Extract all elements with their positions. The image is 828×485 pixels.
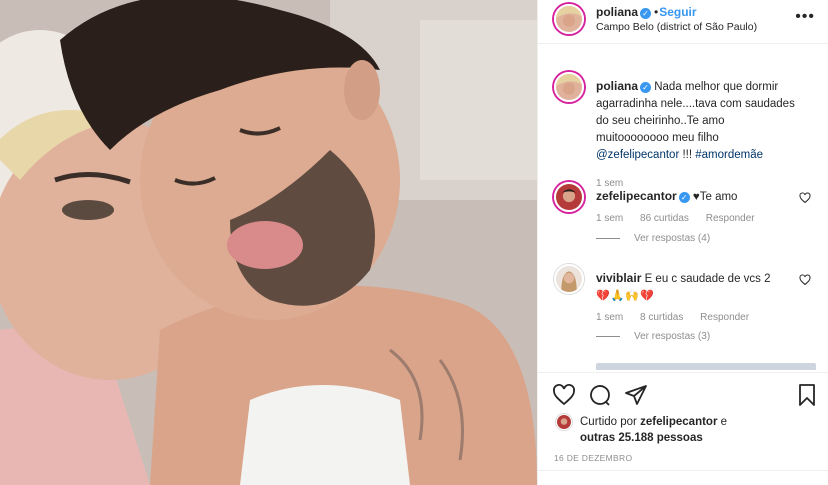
likes-text: Curtido por zefelipecantor e outras 25.1… — [580, 414, 820, 446]
caption-text: poliana ✓ Nada melhor que dormir agarradi… — [596, 78, 796, 164]
comment-username[interactable]: zefelipecantor — [596, 189, 677, 203]
comment-like-heart-icon[interactable] — [799, 192, 811, 204]
post-date[interactable]: 16 DE DEZEMBRO — [554, 453, 632, 463]
verified-badge-icon: ✓ — [640, 82, 652, 93]
view-replies-label[interactable]: Ver respostas (3) — [634, 331, 710, 342]
heart-icon[interactable] — [552, 383, 576, 407]
caption-suffix: !!! — [679, 149, 696, 161]
header-line: poliana ✓ •Seguir — [596, 5, 697, 19]
comments-list[interactable]: poliana ✓ Nada melhor que dormir agarradi… — [538, 58, 828, 370]
post-photo[interactable] — [0, 0, 537, 485]
comment-emojis: 💔🙏🙌💔 — [596, 290, 655, 302]
likes-user[interactable]: zefelipecantor — [640, 416, 717, 428]
action-bar — [538, 372, 828, 412]
caption-mention[interactable]: @zefelipecantor — [596, 149, 679, 161]
view-replies-label[interactable]: Ver respostas (4) — [634, 233, 710, 244]
share-icon[interactable] — [624, 383, 648, 407]
post-side-panel: poliana ✓ •Seguir Campo Belo (district of … — [537, 0, 828, 485]
liker-avatar[interactable] — [556, 414, 572, 430]
comment-avatar[interactable] — [554, 264, 584, 294]
comment-likes[interactable]: 86 curtidas — [640, 213, 689, 224]
caption-hashtag[interactable]: #amordemãe — [695, 149, 763, 161]
replies-divider — [596, 237, 620, 239]
comment-text: zefelipecantor ✓ ♥Te amo — [596, 188, 796, 206]
divider — [538, 470, 828, 471]
likes-count[interactable]: outras 25.188 pessoas — [580, 432, 703, 444]
truncated-comment-placeholder — [596, 363, 816, 370]
comment-body: E eu c saudade de vcs 2 — [644, 273, 771, 285]
comment-time[interactable]: 1 sem — [596, 213, 623, 224]
comment-reply-button[interactable]: Responder — [700, 312, 749, 323]
caption-username[interactable]: poliana — [596, 79, 638, 93]
comment-meta: 1 sem 8 curtidas Responder — [596, 312, 763, 323]
author-avatar[interactable] — [554, 4, 584, 34]
verified-badge-icon: ✓ — [640, 8, 652, 19]
separator-dot: • — [654, 5, 659, 19]
verified-badge-icon: ✓ — [678, 192, 690, 203]
view-replies[interactable]: Ver respostas (3) — [596, 331, 710, 342]
comment-meta: 1 sem 86 curtidas Responder — [596, 213, 769, 224]
author-username[interactable]: poliana — [596, 5, 638, 19]
comment-text: viviblair E eu c saudade de vcs 2 💔🙏🙌💔 — [596, 270, 796, 305]
comment-body: ♥Te amo — [692, 191, 738, 203]
comment-username[interactable]: viviblair — [596, 271, 641, 285]
ellipsis-icon[interactable]: ••• — [795, 8, 815, 26]
likes-summary: Curtido por zefelipecantor e outras 25.1… — [538, 412, 828, 452]
post-header: poliana ✓ •Seguir Campo Belo (district of … — [538, 0, 828, 44]
view-replies[interactable]: Ver respostas (4) — [596, 233, 710, 244]
comment-likes[interactable]: 8 curtidas — [640, 312, 683, 323]
likes-middle: e — [717, 416, 728, 428]
caption-avatar[interactable] — [554, 72, 584, 102]
comment-time[interactable]: 1 sem — [596, 312, 623, 323]
replies-divider — [596, 335, 620, 337]
follow-button[interactable]: Seguir — [659, 5, 696, 19]
comment-reply-button[interactable]: Responder — [706, 213, 755, 224]
comment-icon[interactable] — [588, 383, 612, 407]
photo-illustration — [0, 0, 537, 485]
likes-prefix: Curtido por — [580, 416, 641, 428]
comment-avatar[interactable] — [554, 182, 584, 212]
next-comment-partial — [596, 363, 816, 370]
bookmark-icon[interactable] — [795, 383, 819, 407]
comment-like-heart-icon[interactable] — [799, 274, 811, 286]
location-link[interactable]: Campo Belo (district of São Paulo) — [596, 21, 757, 33]
